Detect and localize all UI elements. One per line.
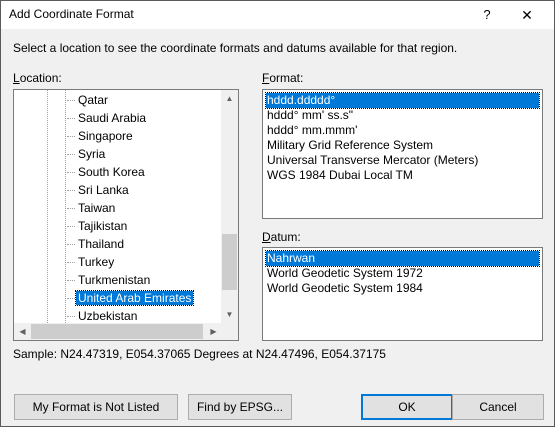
tree-connector [67, 172, 75, 173]
scrollbar-thumb[interactable] [222, 234, 237, 290]
add-coordinate-format-dialog: Add Coordinate Format ? ✕ Select a locat… [0, 0, 555, 427]
format-list-item[interactable]: WGS 1984 Dubai Local TM [266, 168, 539, 183]
location-tree-item-label: Uzbekistan [78, 309, 138, 323]
title-bar: Add Coordinate Format ? ✕ [1, 1, 554, 29]
tree-connector [67, 280, 75, 281]
tree-connector [67, 136, 75, 137]
location-tree-item-label: Saudi Arabia [78, 111, 147, 125]
location-tree-horizontal-scrollbar[interactable]: ◀ ▶ [14, 323, 222, 340]
location-tree-item-label: Sri Lanka [78, 183, 129, 197]
location-tree-item-label: Singapore [78, 129, 133, 143]
tree-connector [67, 316, 75, 317]
location-tree-vertical-scrollbar[interactable]: ▲ ▼ [221, 90, 238, 323]
location-tree-item[interactable]: Syria [67, 145, 107, 163]
location-tree-item-label: Qatar [78, 93, 109, 107]
location-label: Location: [13, 71, 62, 85]
scrollbar-thumb[interactable] [31, 324, 203, 339]
location-tree[interactable]: Qatar Saudi Arabia Singapore Syria South Kor… [13, 89, 239, 341]
location-tree-item-label: Taiwan [78, 201, 116, 215]
datum-list-item[interactable]: World Geodetic System 1984 [266, 281, 539, 296]
format-list-item[interactable]: Universal Transverse Mercator (Meters) [266, 153, 539, 168]
location-tree-item-label: United Arab Emirates [74, 290, 195, 306]
location-tree-viewport: Qatar Saudi Arabia Singapore Syria South Kor… [14, 90, 222, 323]
scrollbar-corner [221, 323, 238, 340]
scroll-up-icon[interactable]: ▲ [221, 90, 238, 107]
location-tree-item[interactable]: South Korea [67, 163, 147, 181]
tree-connector [67, 118, 75, 119]
datum-list[interactable]: Nahrwan World Geodetic System 1972 World G… [262, 247, 543, 341]
tree-connector [67, 226, 75, 227]
location-tree-item[interactable]: Uzbekistan [67, 307, 139, 323]
close-icon[interactable]: ✕ [513, 5, 541, 25]
location-tree-item-label: Syria [78, 147, 106, 161]
find-by-epsg-button[interactable]: Find by EPSG... [188, 394, 292, 420]
location-label-text: ocation: [19, 71, 62, 85]
dialog-title: Add Coordinate Format [9, 7, 134, 21]
location-tree-item[interactable]: Turkey [67, 253, 116, 271]
instructions-text: Select a location to see the coordinate … [13, 41, 458, 55]
tree-connector [67, 154, 75, 155]
location-label-mnemonic: L [13, 71, 20, 85]
location-tree-item-label: Turkmenistan [78, 273, 151, 287]
location-tree-item[interactable]: Thailand [67, 235, 126, 253]
datum-label-text: atum: [270, 230, 301, 244]
datum-label-mnemonic: D [262, 230, 271, 244]
datum-list-item[interactable]: Nahrwan [265, 250, 540, 267]
tree-connector [67, 262, 75, 263]
location-tree-item[interactable]: Tajikistan [67, 217, 129, 235]
format-list-item[interactable]: hddd.ddddd° [265, 92, 540, 109]
tree-connector [67, 208, 75, 209]
scroll-right-icon[interactable]: ▶ [205, 323, 222, 340]
tree-guide-line [65, 90, 66, 323]
ok-button[interactable]: OK [361, 394, 453, 420]
location-tree-item[interactable]: United Arab Emirates [67, 289, 195, 307]
tree-guide-line [47, 90, 48, 323]
help-button[interactable]: ? [473, 5, 501, 25]
format-list-item[interactable]: Military Grid Reference System [266, 138, 539, 153]
format-list[interactable]: hddd.ddddd° hddd° mm' ss.s" hddd° mm.mmm' M… [262, 89, 543, 219]
sample-text: Sample: N24.47319, E054.37065 Degrees at… [13, 347, 386, 361]
tree-connector [67, 298, 75, 299]
my-format-not-listed-button[interactable]: My Format is Not Listed [14, 394, 178, 420]
location-tree-item-label: Tajikistan [78, 219, 128, 233]
format-list-item[interactable]: hddd° mm' ss.s" [266, 108, 539, 123]
tree-connector [67, 190, 75, 191]
location-tree-item[interactable]: Saudi Arabia [67, 109, 148, 127]
location-tree-item-label: South Korea [78, 165, 145, 179]
format-label: Format: [262, 71, 303, 85]
location-tree-item[interactable]: Sri Lanka [67, 181, 131, 199]
location-tree-item[interactable]: Turkmenistan [67, 271, 152, 289]
location-tree-item[interactable]: Taiwan [67, 199, 117, 217]
format-list-item[interactable]: hddd° mm.mmm' [266, 123, 539, 138]
location-tree-item-label: Turkey [78, 255, 115, 269]
location-tree-item[interactable]: Qatar [67, 91, 110, 109]
location-tree-item[interactable]: Singapore [67, 127, 135, 145]
scroll-left-icon[interactable]: ◀ [14, 323, 31, 340]
datum-list-item[interactable]: World Geodetic System 1972 [266, 266, 539, 281]
datum-label: Datum: [262, 230, 301, 244]
cancel-button[interactable]: Cancel [452, 394, 544, 420]
scroll-down-icon[interactable]: ▼ [221, 306, 238, 323]
tree-connector [67, 244, 75, 245]
location-tree-item-label: Thailand [78, 237, 125, 251]
tree-connector [67, 100, 75, 101]
format-label-text: ormat: [269, 71, 304, 85]
